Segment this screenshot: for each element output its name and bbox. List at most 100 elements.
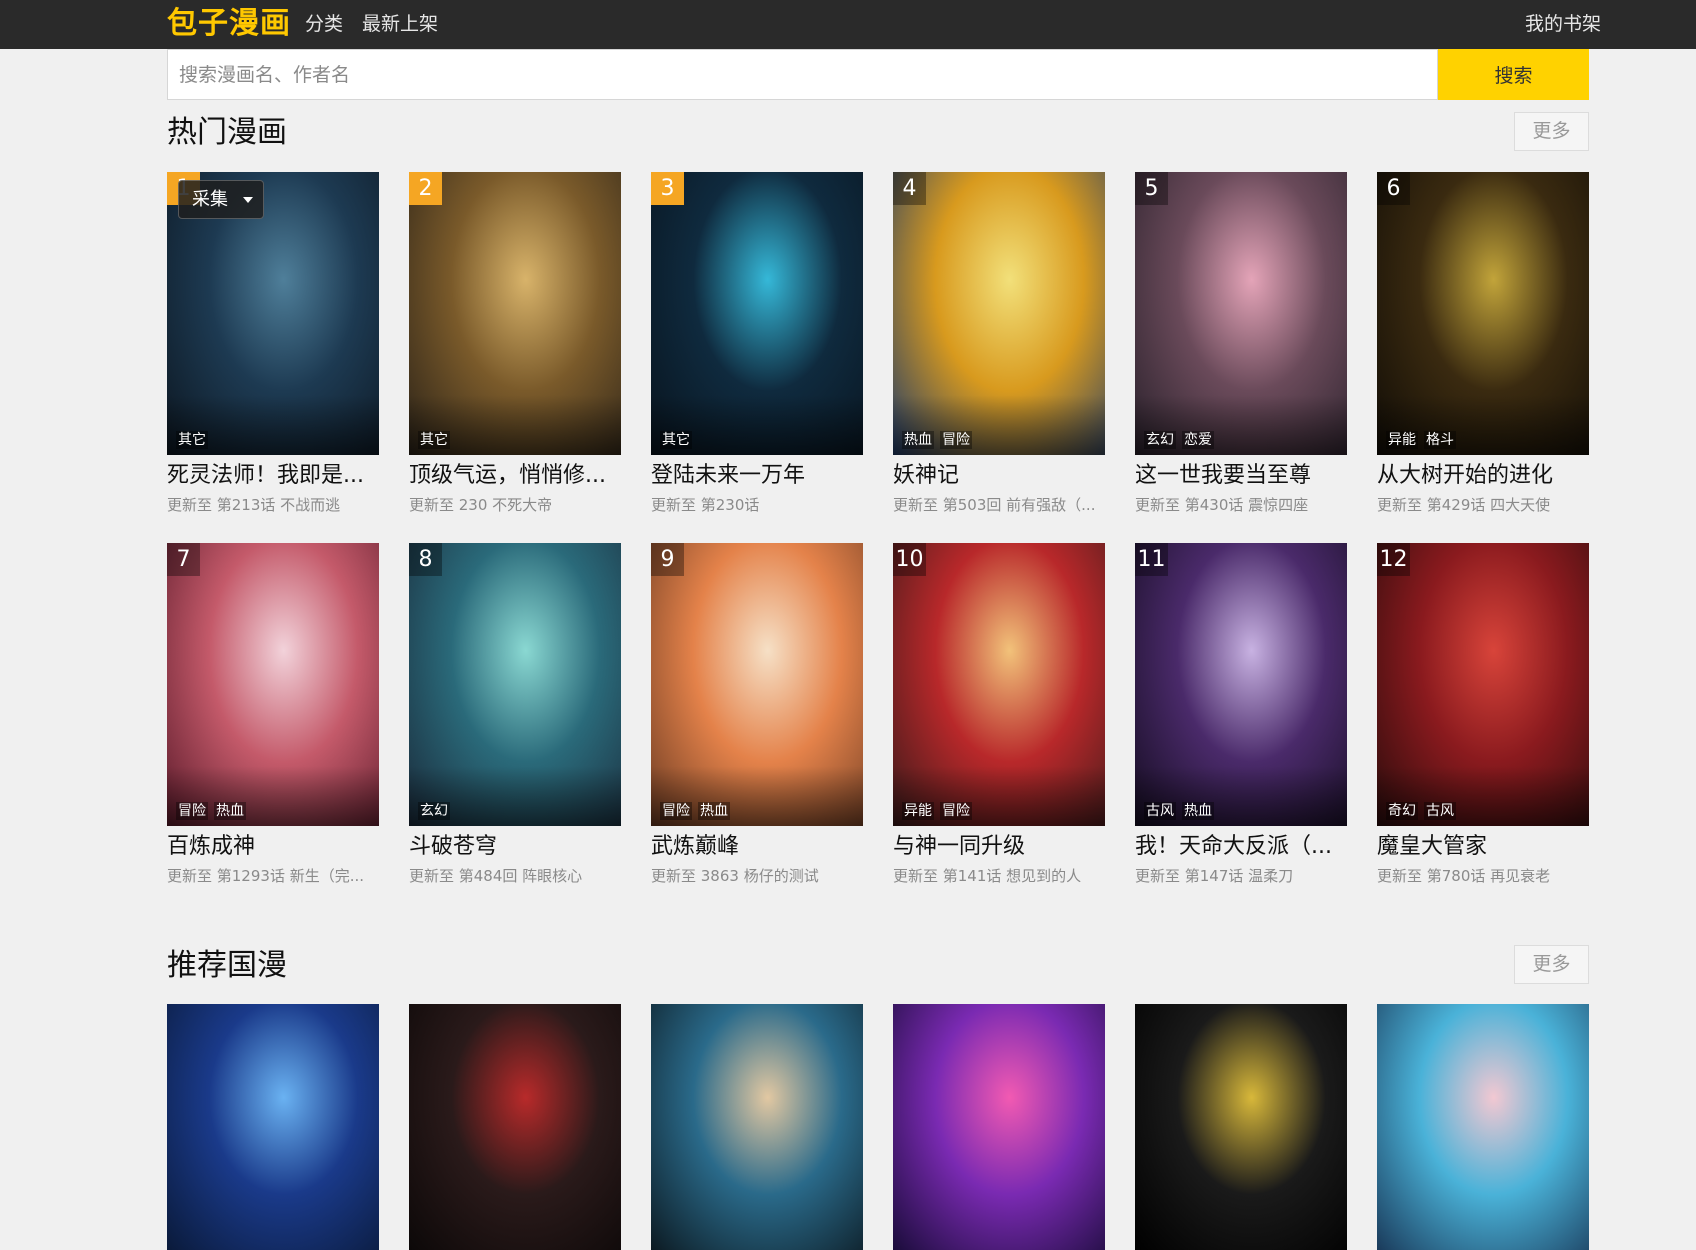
comic-title[interactable]: 顶级气运，悄悄修... (409, 461, 621, 491)
comic-update: 更新至 第1293话 新生（完... (167, 867, 365, 885)
top-navbar: 包子漫画 分类 最新上架 我的书架 (0, 0, 1696, 49)
genre-tag: 古风 (1424, 802, 1456, 820)
comic-update: 更新至 第147话 温柔刀 (1135, 867, 1294, 885)
genre-tag: 冒险 (940, 802, 972, 820)
comic-update: 更新至 第230话 (651, 496, 760, 514)
genre-tag: 恋爱 (1182, 431, 1214, 449)
comic-update: 更新至 230 不死大帝 (409, 496, 553, 514)
rank-badge: 10 (893, 543, 926, 576)
my-bookshelf-link[interactable]: 我的书架 (1525, 11, 1601, 37)
comic-title[interactable]: 登陆未来一万年 (651, 461, 863, 491)
rank-badge: 9 (651, 543, 684, 576)
genre-tags: 玄幻 (418, 802, 450, 820)
collect-label: 采集 (192, 189, 228, 210)
comic-cover[interactable]: 8 玄幻 (409, 543, 621, 826)
rank-badge: 11 (1135, 543, 1168, 576)
nav-latest-link[interactable]: 最新上架 (362, 11, 438, 37)
genre-tags: 奇幻 古风 (1386, 802, 1456, 820)
comic-title[interactable]: 斗破苍穹 (409, 832, 621, 862)
comic-cover[interactable] (409, 1004, 621, 1250)
comic-cover[interactable] (651, 1004, 863, 1250)
genre-tag: 其它 (660, 431, 692, 449)
genre-tag: 热血 (1182, 802, 1214, 820)
section-title-recommend: 推荐国漫 (167, 948, 287, 983)
section-title-hot: 热门漫画 (167, 115, 287, 150)
comic-cover[interactable]: 1其它采集 (167, 172, 379, 455)
genre-tags: 异能 冒险 (902, 802, 972, 820)
genre-tags: 热血 冒险 (902, 431, 972, 449)
comic-cover[interactable] (893, 1004, 1105, 1250)
cover-image (651, 1004, 863, 1250)
genre-tags: 异能 格斗 (1386, 431, 1456, 449)
comic-update: 更新至 第429话 四大天使 (1377, 496, 1551, 514)
comic-title[interactable]: 这一世我要当至尊 (1135, 461, 1347, 491)
genre-tag: 冒险 (940, 431, 972, 449)
cover-image (1377, 1004, 1589, 1250)
comic-cover[interactable]: 2 其它 (409, 172, 621, 455)
comic-title[interactable]: 死灵法师！我即是... (167, 461, 379, 491)
rank-badge: 7 (167, 543, 200, 576)
rank-badge: 2 (409, 172, 442, 205)
recommend-more-button[interactable]: 更多 (1514, 945, 1589, 984)
comic-cover[interactable]: 5 玄幻 恋爱 (1135, 172, 1347, 455)
genre-tag: 格斗 (1424, 431, 1456, 449)
rank-badge: 6 (1377, 172, 1410, 205)
genre-tag: 奇幻 (1386, 802, 1418, 820)
genre-tag: 其它 (176, 431, 208, 449)
comic-cover[interactable]: 3 其它 (651, 172, 863, 455)
genre-tag: 其它 (418, 431, 450, 449)
genre-tag: 玄幻 (1144, 431, 1176, 449)
comic-update: 更新至 第430话 震惊四座 (1135, 496, 1309, 514)
comic-title[interactable]: 百炼成神 (167, 832, 379, 862)
genre-tags: 冒险 热血 (176, 802, 246, 820)
comic-title[interactable]: 武炼巅峰 (651, 832, 863, 862)
genre-tag: 冒险 (176, 802, 208, 820)
rank-badge: 4 (893, 172, 926, 205)
search-input[interactable] (167, 49, 1438, 100)
rank-badge: 12 (1377, 543, 1410, 576)
rank-badge: 8 (409, 543, 442, 576)
genre-tags: 其它 (660, 431, 692, 449)
collect-dropdown-button[interactable]: 采集 (178, 180, 264, 219)
search-button[interactable]: 搜索 (1438, 49, 1589, 100)
comic-cover[interactable] (1377, 1004, 1589, 1250)
comic-update: 更新至 第484回 阵眼核心 (409, 867, 583, 885)
comic-update: 更新至 第213话 不战而逃 (167, 496, 341, 514)
comic-cover[interactable] (167, 1004, 379, 1250)
search-bar: 搜索 (167, 49, 1589, 100)
genre-tag: 异能 (1386, 431, 1418, 449)
comic-title[interactable]: 妖神记 (893, 461, 1105, 491)
genre-tag: 古风 (1144, 802, 1176, 820)
comic-cover[interactable]: 9 冒险 热血 (651, 543, 863, 826)
comic-cover[interactable]: 12 奇幻 古风 (1377, 543, 1589, 826)
genre-tag: 热血 (214, 802, 246, 820)
genre-tags: 其它 (176, 431, 208, 449)
comic-title[interactable]: 魔皇大管家 (1377, 832, 1589, 862)
comic-update: 更新至 第780话 再见衰老 (1377, 867, 1551, 885)
comic-cover[interactable]: 11 古风 热血 (1135, 543, 1347, 826)
comic-cover[interactable]: 7 冒险 热血 (167, 543, 379, 826)
genre-tags: 冒险 热血 (660, 802, 730, 820)
comic-cover[interactable] (1135, 1004, 1347, 1250)
hot-more-button[interactable]: 更多 (1514, 112, 1589, 151)
genre-tag: 热血 (902, 431, 934, 449)
rank-badge: 3 (651, 172, 684, 205)
comic-cover[interactable]: 4 热血 冒险 (893, 172, 1105, 455)
comic-title[interactable]: 从大树开始的进化 (1377, 461, 1589, 491)
genre-tag: 异能 (902, 802, 934, 820)
comic-cover[interactable]: 6 异能 格斗 (1377, 172, 1589, 455)
genre-tags: 玄幻 恋爱 (1144, 431, 1214, 449)
comic-title[interactable]: 与神一同升级 (893, 832, 1105, 862)
comic-cover[interactable]: 10 异能 冒险 (893, 543, 1105, 826)
genre-tags: 其它 (418, 431, 450, 449)
cover-image (409, 1004, 621, 1250)
comic-update: 更新至 第503回 前有强敌（... (893, 496, 1096, 514)
comic-title[interactable]: 我！天命大反派（... (1135, 832, 1347, 862)
nav-category-link[interactable]: 分类 (305, 11, 343, 37)
genre-tag: 热血 (698, 802, 730, 820)
site-logo[interactable]: 包子漫画 (167, 4, 291, 44)
genre-tag: 玄幻 (418, 802, 450, 820)
comic-update: 更新至 第141话 想见到的人 (893, 867, 1082, 885)
genre-tag: 冒险 (660, 802, 692, 820)
recommend-section: 推荐国漫 更多 (167, 942, 1589, 1250)
